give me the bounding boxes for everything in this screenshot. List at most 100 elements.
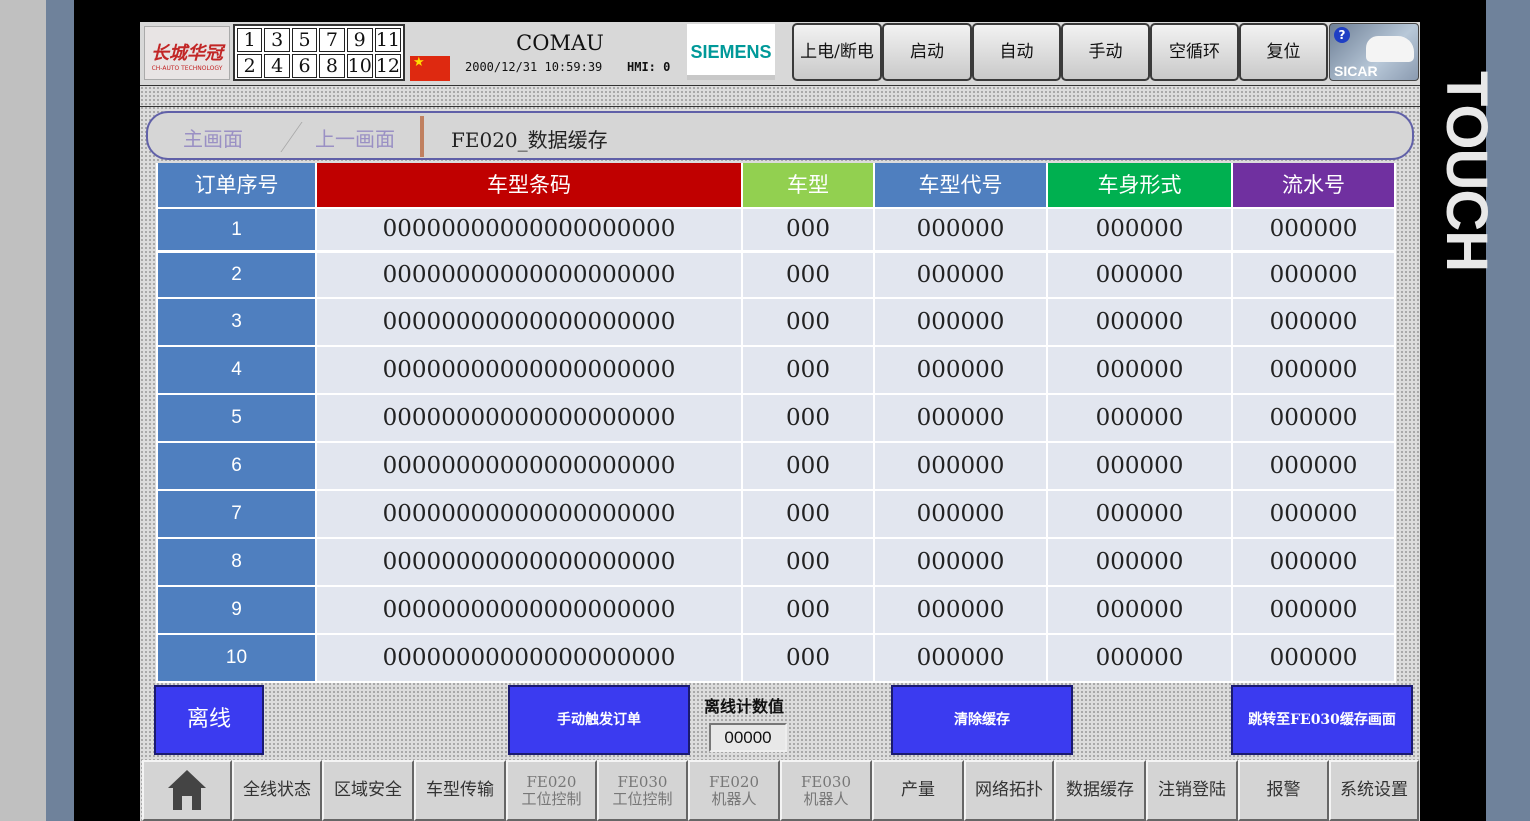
model-barcode-cell: 00000000000000000000: [317, 539, 741, 585]
nav-fe020-robot[interactable]: FE020 机器人: [688, 760, 780, 821]
model-cell: 000: [743, 587, 873, 633]
station-number-5[interactable]: 5: [291, 28, 318, 52]
order-index-cell: 6: [158, 443, 315, 489]
reset-button[interactable]: 复位: [1239, 23, 1328, 81]
nav-data-cache[interactable]: 数据缓存: [1054, 760, 1146, 821]
jump-to-fe030-cache-button[interactable]: 跳转至FE030缓存画面: [1231, 685, 1413, 755]
nav-model-transfer[interactable]: 车型传输: [414, 760, 506, 821]
nav-alarm[interactable]: 报警: [1238, 760, 1329, 821]
nav-label: 车型传输: [426, 780, 494, 800]
nav-line-status[interactable]: 全线状态: [232, 760, 322, 821]
station-number-12[interactable]: 12: [374, 54, 401, 78]
model-barcode-cell: 00000000000000000000: [317, 209, 741, 250]
sicar-button[interactable]: ? SICAR: [1329, 23, 1419, 81]
nav-fe020-station-control[interactable]: FE020 工位控制: [506, 760, 597, 821]
model-barcode-cell: 00000000000000000000: [317, 395, 741, 441]
nav-network-topology[interactable]: 网络拓扑: [964, 760, 1054, 821]
model-barcode-cell: 00000000000000000000: [317, 299, 741, 345]
nav-home[interactable]: [142, 760, 232, 821]
model-code-cell: 000000: [875, 539, 1046, 585]
model-barcode-cell: 00000000000000000000: [317, 443, 741, 489]
order-index-cell: 7: [158, 491, 315, 537]
body-type-cell: 000000: [1048, 299, 1231, 345]
model-cell: 000: [743, 299, 873, 345]
serial-number-cell: 000000: [1233, 347, 1394, 393]
model-cell: 000: [743, 635, 873, 681]
model-code-cell: 000000: [875, 253, 1046, 297]
power-toggle-button[interactable]: 上电/断电: [792, 23, 882, 81]
help-icon[interactable]: ?: [1334, 27, 1350, 43]
station-number-8[interactable]: 8: [319, 54, 345, 78]
model-code-cell: 000000: [875, 347, 1046, 393]
serial-number-cell: 000000: [1233, 635, 1394, 681]
body-type-cell: 000000: [1048, 635, 1231, 681]
body-type-cell: 000000: [1048, 539, 1231, 585]
station-number-4[interactable]: 4: [264, 54, 290, 78]
body-type-cell: 000000: [1048, 347, 1231, 393]
serial-number-cell: 000000: [1233, 395, 1394, 441]
body-type-cell: 000000: [1048, 491, 1231, 537]
nav-label: FE020 机器人: [709, 772, 759, 808]
manual-button[interactable]: 手动: [1061, 23, 1150, 81]
datetime-display: 2000/12/31 10:59:39: [465, 60, 603, 74]
model-cell: 000: [743, 253, 873, 297]
station-number-10[interactable]: 10: [346, 54, 373, 78]
nav-label: 产量: [901, 780, 935, 800]
order-index-cell: 2: [158, 253, 315, 297]
brand-name: COMAU: [516, 31, 604, 55]
sicar-label: SICAR: [1334, 63, 1378, 79]
clear-cache-button[interactable]: 清除缓存: [891, 685, 1073, 755]
nav-label: 注销登陆: [1158, 780, 1226, 800]
body-type-cell: 000000: [1048, 209, 1231, 250]
model-code-cell: 000000: [875, 443, 1046, 489]
nav-label: 数据缓存: [1066, 780, 1134, 800]
manual-trigger-order-button[interactable]: 手动触发订单: [508, 685, 690, 755]
model-code-cell: 000000: [875, 491, 1046, 537]
model-code-cell: 000000: [875, 395, 1046, 441]
order-index-cell: 9: [158, 587, 315, 633]
order-index-cell: 8: [158, 539, 315, 585]
logo-text: 长城华冠: [151, 43, 223, 64]
nav-production[interactable]: 产量: [872, 760, 964, 821]
nav-label: 系统设置: [1340, 780, 1408, 800]
breadcrumb-previous-link[interactable]: 上一画面: [315, 123, 395, 152]
model-code-cell: 000000: [875, 587, 1046, 633]
serial-number-cell: 000000: [1233, 209, 1394, 250]
station-number-2[interactable]: 2: [237, 54, 263, 78]
nav-fe030-station-control[interactable]: FE030 工位控制: [597, 760, 688, 821]
model-barcode-cell: 00000000000000000000: [317, 491, 741, 537]
station-number-3[interactable]: 3: [264, 28, 290, 52]
body-type-cell: 000000: [1048, 443, 1231, 489]
body-type-cell: 000000: [1048, 587, 1231, 633]
nav-area-safety[interactable]: 区域安全: [322, 760, 414, 821]
nav-logout[interactable]: 注销登陆: [1146, 760, 1238, 821]
model-cell: 000: [743, 209, 873, 250]
nav-fe030-robot[interactable]: FE030 机器人: [780, 760, 872, 821]
station-number-7[interactable]: 7: [319, 28, 345, 52]
nav-label: 区域安全: [334, 780, 402, 800]
dry-cycle-button[interactable]: 空循环: [1150, 23, 1239, 81]
car-icon: [1366, 36, 1414, 62]
station-number-9[interactable]: 9: [346, 28, 373, 52]
order-index-cell: 10: [158, 635, 315, 681]
start-button[interactable]: 启动: [882, 23, 972, 81]
order-index-cell: 5: [158, 395, 315, 441]
model-barcode-cell: 00000000000000000000: [317, 347, 741, 393]
logo-subtext: CH-AUTO TECHNOLOGY: [151, 65, 223, 72]
offline-count-label: 离线计数值: [704, 697, 785, 716]
breadcrumb-home-link[interactable]: 主画面: [183, 123, 243, 152]
nav-label: 全线状态: [243, 780, 311, 800]
flag-star-icon: ★: [413, 55, 425, 70]
model-barcode-header: 车型条码: [317, 163, 741, 207]
offline-button[interactable]: 离线: [154, 685, 264, 755]
order-index-cell: 3: [158, 299, 315, 345]
serial-number-cell: 000000: [1233, 539, 1394, 585]
station-number-6[interactable]: 6: [291, 54, 318, 78]
nav-label: FE020 工位控制: [521, 772, 582, 808]
station-number-11[interactable]: 11: [374, 28, 401, 52]
order-index-cell: 1: [158, 209, 315, 250]
station-number-1[interactable]: 1: [237, 28, 263, 52]
nav-system-settings[interactable]: 系统设置: [1329, 760, 1419, 821]
auto-button[interactable]: 自动: [972, 23, 1061, 81]
nav-label: FE030 工位控制: [612, 772, 673, 808]
